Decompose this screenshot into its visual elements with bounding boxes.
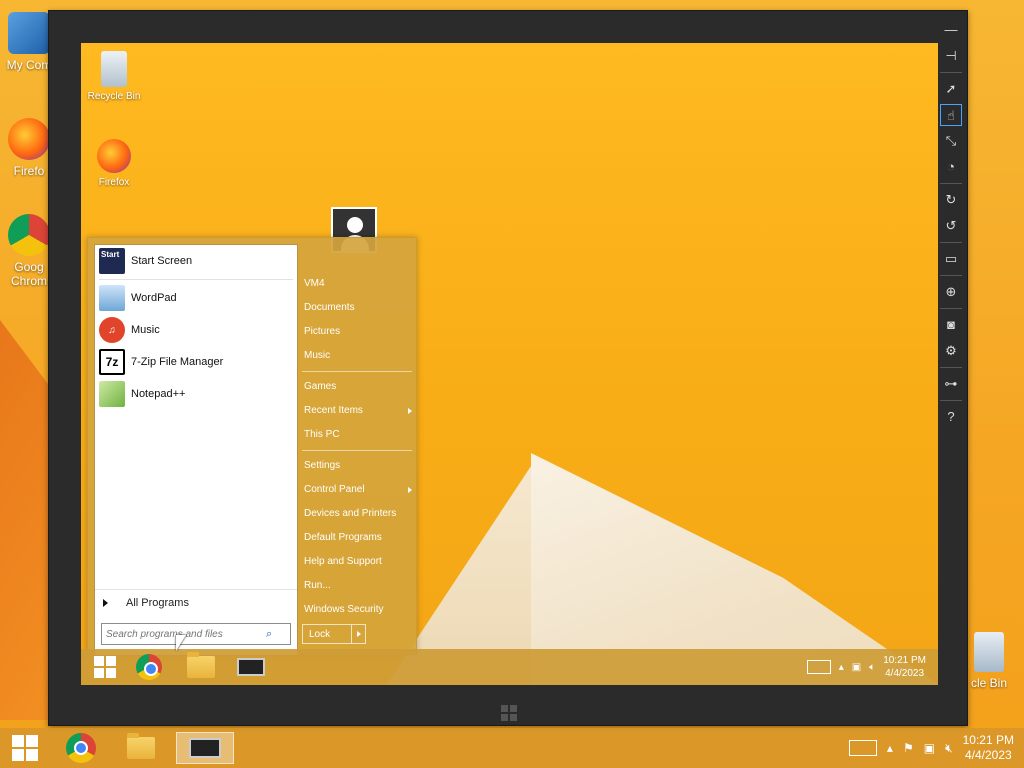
host-start-button[interactable]: [0, 732, 50, 764]
vm-taskbar-chrome[interactable]: [127, 653, 171, 681]
computer-icon: [8, 12, 50, 54]
recycle-bin-icon: [974, 632, 1004, 672]
volume-icon[interactable]: 🔈︎: [869, 662, 875, 673]
start-link-windows-security[interactable]: Windows Security: [302, 598, 416, 622]
chrome-icon: [8, 214, 50, 256]
start-link-user[interactable]: VM4: [302, 272, 416, 296]
start-link-pictures[interactable]: Pictures: [302, 320, 416, 344]
chrome-icon: [66, 733, 96, 763]
network-sliders-icon[interactable]: ⊶: [940, 373, 962, 395]
minimize-icon[interactable]: —: [940, 19, 962, 41]
host-system-tray: ▴ ⚑ ▣ 🔇︎ 10:21 PM 4/4/2023: [848, 733, 1014, 763]
start-link-settings[interactable]: Settings: [302, 454, 416, 478]
show-hidden-icons-icon[interactable]: ▴: [839, 662, 844, 673]
monitor-icon[interactable]: ▭: [940, 248, 962, 270]
start-link-default-programs[interactable]: Default Programs: [302, 526, 416, 550]
start-item-notepadpp[interactable]: Notepad++: [95, 378, 297, 410]
start-right-divider: [302, 371, 412, 372]
start-menu-programs-pane: Start Start Screen WordPad ♫ Music 7z 7-…: [94, 244, 298, 656]
chrome-icon: [136, 654, 162, 680]
start-divider: [99, 279, 293, 280]
settings-icon[interactable]: ⚙: [940, 340, 962, 362]
resize-icon[interactable]: ⤡: [940, 130, 962, 152]
vm-taskbar-remote-desktop[interactable]: [229, 653, 273, 681]
network-icon[interactable]: ▣: [852, 662, 861, 673]
keyboard-icon[interactable]: [806, 660, 831, 674]
start-link-recent-items[interactable]: Recent Items: [302, 399, 416, 423]
search-input[interactable]: [106, 628, 266, 640]
vm-icon-firefox[interactable]: Firefox: [81, 139, 149, 188]
remote-desktop-icon: [237, 658, 265, 676]
expand-arrow-icon: [103, 598, 108, 607]
globe-icon[interactable]: ⊕: [940, 281, 962, 303]
vm-taskbar-file-explorer[interactable]: [179, 652, 223, 681]
host-taskbar-file-explorer[interactable]: [116, 732, 166, 764]
vm-window: Recycle Bin Firefox Start Start Screen W…: [48, 10, 968, 726]
folder-icon: [187, 652, 215, 678]
start-search-box[interactable]: ⌕: [101, 623, 291, 645]
windows-logo-icon: [94, 656, 116, 678]
vm-start-button[interactable]: [83, 653, 127, 681]
start-link-devices-printers[interactable]: Devices and Printers: [302, 502, 416, 526]
help-icon[interactable]: ?: [940, 406, 962, 428]
show-hidden-icons-icon[interactable]: ▴: [887, 741, 893, 755]
7zip-icon: 7z: [99, 349, 125, 375]
start-link-this-pc[interactable]: This PC: [302, 423, 416, 447]
rotate-right-icon[interactable]: ↻: [940, 189, 962, 211]
start-link-games[interactable]: Games: [302, 375, 416, 399]
keyboard-icon[interactable]: [848, 740, 877, 756]
recycle-bin-icon: [101, 51, 127, 87]
host-taskbar-chrome[interactable]: [56, 732, 106, 764]
remote-desktop-icon: [189, 738, 221, 758]
start-link-music[interactable]: Music: [302, 344, 416, 368]
gamepad-icon[interactable]: ◔: [940, 156, 962, 178]
submenu-arrow-icon: [408, 487, 412, 493]
hand-icon[interactable]: ☝: [940, 104, 962, 126]
music-icon: ♫: [99, 317, 125, 343]
pin-icon[interactable]: ⊣: [940, 45, 962, 67]
firefox-icon: [97, 139, 131, 173]
folder-icon: [127, 733, 155, 759]
start-link-control-panel[interactable]: Control Panel: [302, 478, 416, 502]
start-link-run[interactable]: Run...: [302, 574, 416, 598]
mouse-cursor-icon: [176, 635, 186, 651]
host-taskbar: ▴ ⚑ ▣ 🔇︎ 10:21 PM 4/4/2023: [0, 728, 1024, 768]
start-link-help-support[interactable]: Help and Support: [302, 550, 416, 574]
windows-logo-icon: [12, 735, 38, 761]
lock-options-arrow-icon[interactable]: [351, 625, 365, 643]
lock-button[interactable]: Lock: [302, 624, 366, 644]
start-menu-places-pane: VM4 Documents Pictures Music Games Recen…: [302, 272, 416, 622]
firefox-icon: [8, 118, 50, 160]
start-menu: Start Start Screen WordPad ♫ Music 7z 7-…: [87, 237, 417, 656]
wordpad-icon: [99, 285, 125, 311]
vm-screen[interactable]: Recycle Bin Firefox Start Start Screen W…: [81, 43, 938, 685]
host-clock[interactable]: 10:21 PM 4/4/2023: [963, 733, 1014, 763]
start-item-music[interactable]: ♫ Music: [95, 314, 297, 346]
rotate-left-icon[interactable]: ↺: [940, 215, 962, 237]
vm-windows-button-icon[interactable]: [497, 701, 521, 725]
camera-icon[interactable]: ◙: [940, 314, 962, 336]
volume-muted-icon[interactable]: 🔇︎: [945, 741, 953, 756]
start-item-7zip[interactable]: 7z 7-Zip File Manager: [95, 346, 297, 378]
vm-taskbar: ▴ ▣ 🔈︎ 10:21 PM 4/4/2023: [81, 649, 938, 685]
all-programs-button[interactable]: All Programs: [95, 589, 297, 615]
search-icon[interactable]: ⌕: [266, 628, 278, 640]
vm-icon-recycle-bin[interactable]: Recycle Bin: [81, 51, 149, 102]
notepadpp-icon: [99, 381, 125, 407]
pointer-icon[interactable]: ➚: [940, 78, 962, 100]
start-link-documents[interactable]: Documents: [302, 296, 416, 320]
vm-toolbar: — ⊣ ➚ ☝ ⤡ ◔ ↻ ↺ ▭ ⊕ ◙ ⚙ ⊶ ?: [935, 11, 967, 431]
start-item-wordpad[interactable]: WordPad: [95, 282, 297, 314]
network-icon[interactable]: ▣: [924, 741, 935, 755]
submenu-arrow-icon: [408, 408, 412, 414]
vm-system-tray: ▴ ▣ 🔈︎ 10:21 PM 4/4/2023: [806, 653, 926, 681]
action-center-flag-icon[interactable]: ⚑: [903, 741, 914, 755]
vm-clock[interactable]: 10:21 PM 4/4/2023: [883, 654, 926, 680]
start-screen-icon: Start: [99, 248, 125, 274]
start-item-start-screen[interactable]: Start Start Screen: [95, 245, 297, 277]
start-right-divider: [302, 450, 412, 451]
host-taskbar-remote-desktop[interactable]: [176, 732, 234, 764]
